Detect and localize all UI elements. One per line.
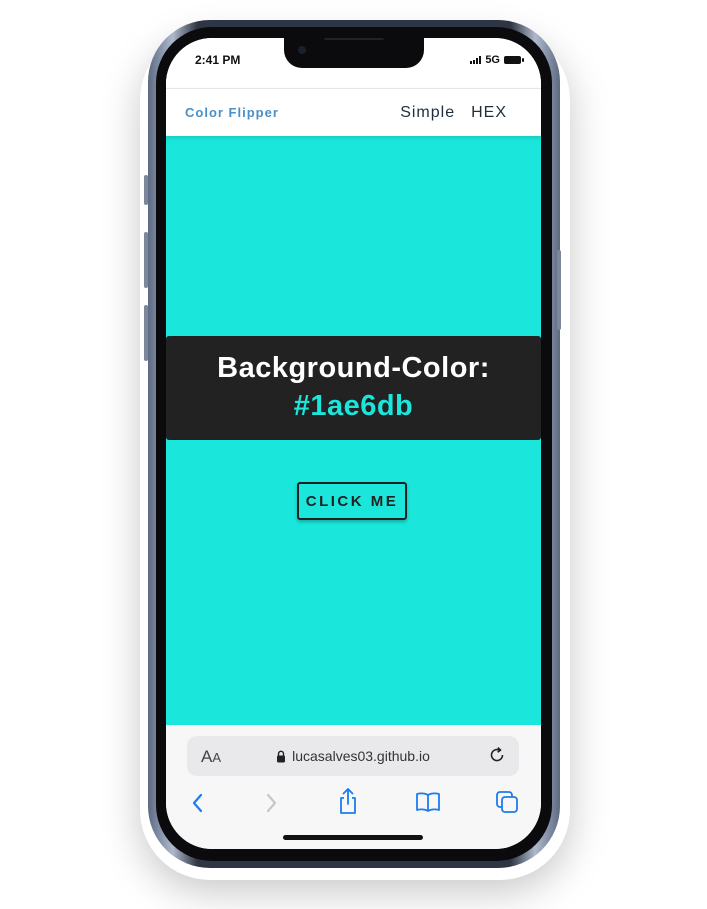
volume-down-button bbox=[144, 305, 148, 361]
back-icon[interactable] bbox=[190, 791, 206, 815]
battery-icon bbox=[504, 56, 524, 64]
volume-up-button bbox=[144, 232, 148, 288]
bookmarks-icon[interactable] bbox=[415, 791, 441, 813]
signal-icon bbox=[470, 56, 482, 64]
phone-screen: 2:41 PM 5G Color Flipper Simple HEX Back… bbox=[166, 38, 541, 849]
front-camera bbox=[298, 46, 306, 54]
color-value: #1ae6db bbox=[293, 390, 414, 422]
navbar: Color Flipper Simple HEX bbox=[166, 88, 541, 136]
mute-switch bbox=[144, 175, 148, 205]
brand-title[interactable]: Color Flipper bbox=[185, 105, 279, 120]
tabs-icon[interactable] bbox=[495, 790, 519, 814]
status-time: 2:41 PM bbox=[195, 53, 241, 67]
notch bbox=[284, 38, 424, 68]
background-color-label: Background-Color: bbox=[217, 352, 490, 384]
lock-icon bbox=[277, 750, 286, 762]
url-display: lucasalves03.github.io bbox=[187, 736, 519, 776]
nav-link-hex[interactable]: HEX bbox=[471, 104, 507, 122]
color-background: Background-Color: #1ae6db CLICK ME bbox=[166, 135, 541, 725]
share-icon[interactable] bbox=[337, 787, 359, 815]
color-panel: Background-Color: #1ae6db bbox=[166, 336, 541, 440]
url-text: lucasalves03.github.io bbox=[292, 748, 430, 764]
power-button bbox=[557, 250, 561, 330]
status-indicators: 5G bbox=[470, 54, 524, 66]
nav-link-simple[interactable]: Simple bbox=[400, 104, 455, 122]
home-indicator bbox=[283, 835, 423, 840]
speaker-grille bbox=[324, 38, 384, 40]
click-me-button[interactable]: CLICK ME bbox=[297, 482, 407, 520]
reload-icon[interactable] bbox=[487, 745, 507, 765]
forward-icon[interactable] bbox=[263, 791, 279, 815]
nav-links: Simple HEX bbox=[400, 104, 507, 122]
safari-toolbar: AA lucasalves03.github.io bbox=[166, 725, 541, 849]
address-bar[interactable]: AA lucasalves03.github.io bbox=[187, 736, 519, 776]
network-label: 5G bbox=[485, 54, 500, 66]
